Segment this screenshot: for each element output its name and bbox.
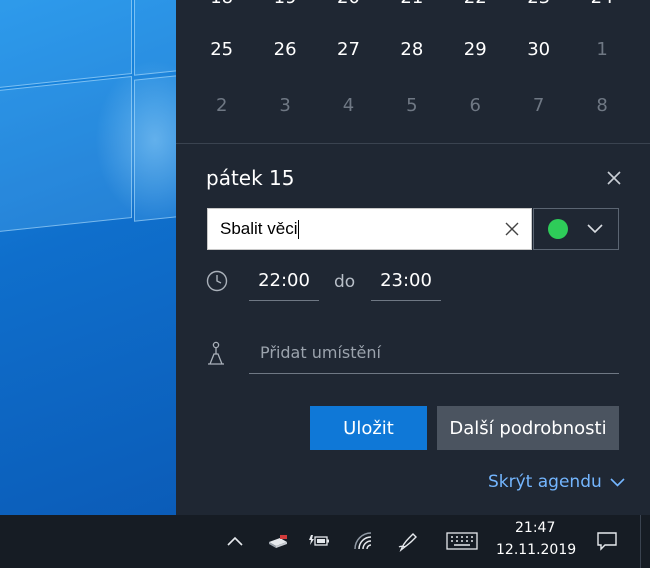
calendar-day[interactable]: 29	[444, 30, 507, 70]
calendar-day[interactable]: 2	[190, 86, 253, 126]
time-separator: do	[334, 272, 356, 292]
calendar-week-row: 25 26 27 28 29 30 1	[190, 30, 634, 70]
clock-icon	[206, 270, 228, 292]
color-swatch	[548, 219, 568, 239]
calendar-day[interactable]: 27	[317, 30, 380, 70]
text-caret	[298, 220, 300, 239]
usb-eject-icon	[269, 535, 287, 548]
agenda-date-title: pátek 15	[206, 166, 295, 190]
wallpaper-glow	[95, 60, 176, 220]
calendar-day[interactable]: 8	[570, 86, 633, 126]
divider	[176, 143, 650, 144]
touch-keyboard-button[interactable]	[445, 528, 479, 554]
chevron-up-icon	[227, 536, 243, 546]
windows-ink-button[interactable]	[396, 528, 422, 554]
hide-agenda-label: Skrýt agendu	[488, 472, 602, 492]
clear-icon	[505, 222, 519, 236]
show-desktop-divider	[640, 515, 641, 568]
network-button[interactable]	[351, 528, 377, 554]
taskbar-clock-time[interactable]: 21:47	[515, 520, 555, 536]
hide-agenda-link[interactable]: Skrýt agendu	[488, 472, 625, 492]
action-center-button[interactable]	[594, 528, 620, 554]
chevron-down-icon	[587, 224, 603, 234]
safely-remove-hardware-button[interactable]	[265, 528, 291, 554]
event-name-input[interactable]: Sbalit věci	[207, 208, 532, 250]
taskbar-clock-date[interactable]: 12.11.2019	[496, 542, 576, 558]
calendar-day[interactable]: 20	[317, 0, 380, 18]
calendar-day[interactable]: 4	[317, 86, 380, 126]
battery-icon	[309, 535, 329, 546]
battery-button[interactable]	[306, 528, 332, 554]
more-details-button[interactable]: Další podrobnosti	[437, 406, 619, 450]
calendar-flyout: 1819202122232425262728293012345678 pátek…	[176, 0, 650, 515]
close-icon	[607, 171, 621, 185]
calendar-day[interactable]: 28	[380, 30, 443, 70]
calendar-day[interactable]: 6	[444, 86, 507, 126]
calendar-grid: 1819202122232425262728293012345678	[176, 0, 650, 142]
end-time-field[interactable]: 23:00	[371, 266, 441, 301]
calendar-day[interactable]: 23	[507, 0, 570, 18]
calendar-day[interactable]: 26	[253, 30, 316, 70]
pen-icon	[398, 533, 417, 552]
calendar-day[interactable]: 19	[253, 0, 316, 18]
location-icon	[208, 341, 224, 365]
notifications-icon	[597, 532, 617, 551]
calendar-day[interactable]: 3	[253, 86, 316, 126]
calendar-week-row: 18192021222324	[190, 0, 634, 18]
start-time-field[interactable]: 22:00	[249, 266, 319, 301]
wifi-icon	[354, 532, 372, 550]
chevron-down-icon	[610, 477, 625, 487]
event-name-text: Sbalit věci	[220, 218, 298, 238]
calendar-day[interactable]: 1	[570, 30, 633, 70]
calendar-day[interactable]: 25	[190, 30, 253, 70]
calendar-day[interactable]: 5	[380, 86, 443, 126]
clear-input-button[interactable]	[493, 209, 531, 249]
calendar-day[interactable]: 21	[380, 0, 443, 18]
close-button[interactable]	[600, 164, 628, 192]
calendar-week-row: 2345678	[190, 86, 634, 126]
event-color-dropdown[interactable]	[533, 208, 619, 250]
desktop-wallpaper	[0, 0, 176, 515]
calendar-day[interactable]: 7	[507, 86, 570, 126]
calendar-day[interactable]: 30	[507, 30, 570, 70]
show-hidden-icons-button[interactable]	[222, 528, 248, 554]
save-button[interactable]: Uložit	[310, 406, 427, 450]
calendar-day[interactable]: 22	[444, 0, 507, 18]
keyboard-icon	[446, 532, 478, 550]
calendar-day[interactable]: 24	[570, 0, 633, 18]
calendar-day[interactable]: 18	[190, 0, 253, 18]
location-input[interactable]: Přidat umístění	[249, 336, 619, 374]
